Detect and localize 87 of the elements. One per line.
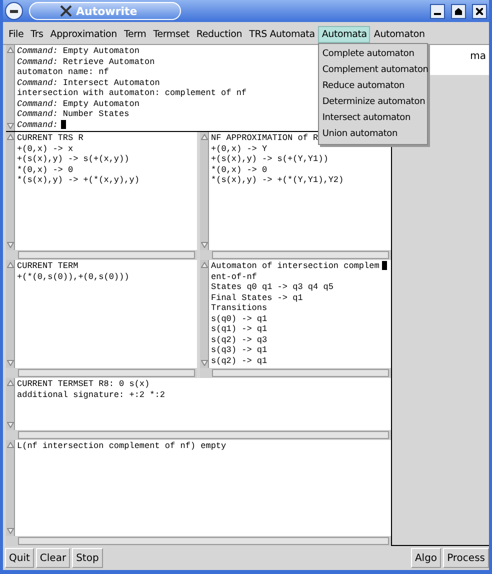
console-line: Command: Number States: [17, 109, 130, 120]
maximize-button[interactable]: [451, 4, 466, 18]
window-menu-button[interactable]: [5, 2, 23, 20]
horizontal-scrollbar[interactable]: [6, 368, 197, 378]
text-line: s(q2) -> q1: [211, 356, 268, 366]
text-line: Final States -> q1: [211, 292, 303, 303]
menu-item[interactable]: Automata: [318, 26, 370, 42]
up-arrow-icon[interactable]: [6, 262, 14, 268]
x-logo-icon: [60, 5, 72, 17]
console-line: Command: Intersect Automaton: [17, 78, 160, 88]
down-arrow-icon[interactable]: [6, 123, 14, 129]
toolbar-button[interactable]: Quit: [5, 548, 34, 568]
down-arrow-icon[interactable]: [6, 360, 14, 366]
up-arrow-icon[interactable]: [6, 134, 14, 140]
vertical-scrollbar[interactable]: [6, 440, 15, 536]
toolbar-button[interactable]: Algo: [410, 548, 442, 568]
horizontal-scrollbar[interactable]: [6, 250, 197, 260]
menu-item[interactable]: Approximation: [46, 26, 120, 42]
horizontal-scrollbar[interactable]: [200, 250, 391, 260]
dropdown-item[interactable]: Union automaton: [319, 126, 428, 142]
text-line: s(q0) -> q1: [211, 314, 268, 324]
down-arrow-icon[interactable]: [200, 242, 208, 248]
toolbar-button[interactable]: Process: [443, 548, 489, 568]
text-line: States q0 q1 -> q3 q4 q5: [211, 282, 334, 292]
text-line: +(0,x) -> Y: [211, 144, 268, 154]
dropdown-item[interactable]: Intersect automaton: [319, 110, 428, 126]
text-line: L(nf intersection complement of nf) empty: [17, 441, 226, 452]
menu-item[interactable]: File: [5, 26, 28, 42]
vertical-scrollbar[interactable]: [6, 45, 15, 131]
down-arrow-icon[interactable]: [6, 422, 14, 428]
text-line: *(s(x),y) -> +(*(x,y),y): [17, 175, 140, 186]
dropdown-item[interactable]: Determinize automaton: [319, 94, 428, 110]
vertical-scrollbar[interactable]: [6, 260, 15, 368]
horizontal-scrollbar[interactable]: [6, 430, 391, 440]
menu-item[interactable]: Term: [120, 26, 150, 42]
text-line: additional signature: +:2 *:2: [17, 390, 165, 400]
window-title: Autowrite: [76, 4, 138, 18]
text-line: +(*(0,s(0)),+(0,s(0))): [17, 272, 130, 282]
console-line: Command: Empty Automaton: [17, 98, 140, 109]
up-arrow-icon[interactable]: [200, 262, 208, 268]
text-line: Transitions: [211, 303, 268, 314]
console-line: Command: Retrieve Automaton: [17, 56, 155, 67]
text-line: s(q1) -> q1: [211, 324, 268, 334]
text-line: CURRENT TRS R: [17, 133, 84, 144]
text-line: CURRENT TERMSET R8: 0 s(x): [17, 379, 150, 390]
text-line: ent-of-nf: [211, 272, 257, 282]
close-icon: [476, 8, 483, 14]
menu-item[interactable]: Trs: [27, 26, 47, 42]
up-arrow-icon[interactable]: [6, 47, 14, 53]
console-line: automaton name: nf: [17, 67, 109, 78]
text-line: *(0,x) -> 0: [211, 164, 268, 175]
down-arrow-icon[interactable]: [6, 528, 14, 534]
text-line: *(s(x),y) -> +(*(Y,Y1),Y2): [211, 175, 344, 186]
console-line: intersection with automaton: complement of nf: [17, 88, 247, 98]
text-line: s(q3) -> q1: [211, 345, 268, 356]
text-line: Automaton of intersection complem: [211, 261, 388, 272]
menu-item[interactable]: Automaton: [370, 26, 428, 42]
text-line: +(s(x),y) -> s(+(Y,Y1)): [211, 154, 328, 164]
down-arrow-icon[interactable]: [6, 242, 14, 248]
text-line: NF APPROXIMATION of R: [211, 133, 318, 144]
text-line: *(0,x) -> 0: [17, 164, 74, 175]
toolbar-button[interactable]: Stop: [72, 548, 103, 568]
dropdown-item[interactable]: Reduce automaton: [319, 78, 428, 94]
horizontal-scrollbar[interactable]: [200, 368, 391, 378]
up-arrow-icon[interactable]: [6, 442, 14, 448]
vertical-scrollbar[interactable]: [200, 260, 209, 368]
up-arrow-icon[interactable]: [6, 380, 14, 386]
house-icon: [455, 8, 462, 14]
dash-icon: [10, 10, 18, 12]
text-line: +(s(x),y) -> s(+(x,y)): [17, 154, 130, 164]
menu-item[interactable]: Reduction: [192, 26, 246, 42]
toolbar-button[interactable]: Clear: [36, 548, 70, 568]
console-line: Command: Empty Automaton: [17, 46, 140, 56]
vertical-scrollbar[interactable]: [6, 378, 15, 430]
vertical-scrollbar[interactable]: [6, 132, 15, 250]
text-line: CURRENT TERM: [17, 261, 78, 272]
minimize-button[interactable]: [430, 4, 445, 18]
text-line: +(0,x) -> x: [17, 144, 74, 154]
horizontal-scrollbar[interactable]: [6, 536, 391, 546]
console-line: Command:: [17, 120, 66, 130]
down-arrow-icon[interactable]: [200, 360, 208, 366]
menu-item[interactable]: TRS Automata: [246, 26, 318, 42]
vertical-scrollbar[interactable]: [200, 132, 209, 250]
up-arrow-icon[interactable]: [200, 134, 208, 140]
menu-item[interactable]: Termset: [150, 26, 193, 42]
close-button[interactable]: [472, 4, 487, 18]
text-line: s(q2) -> q3: [211, 334, 268, 345]
